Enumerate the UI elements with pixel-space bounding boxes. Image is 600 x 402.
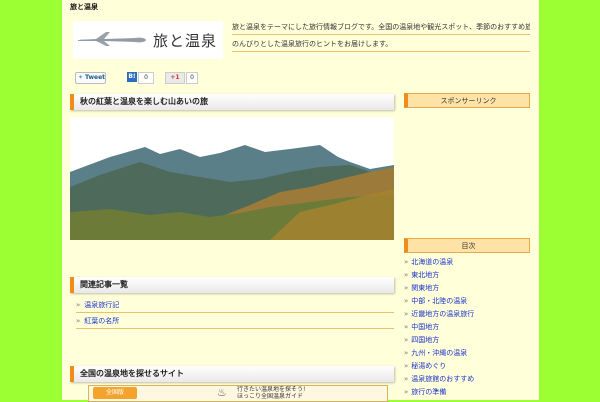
gplus-count: 0 [186,72,198,84]
category-heading: 目次 [404,238,530,253]
site-logo[interactable]: 旅と温泉 [73,21,223,59]
list-marker-icon: » [404,388,409,396]
category-link[interactable]: 九州・沖縄の温泉 [411,349,467,357]
related-article-link[interactable]: 紅葉の名所 [84,317,119,325]
category-link[interactable]: 北海道の温泉 [411,258,453,266]
category-item[interactable]: » 秘湯めぐり [404,360,528,373]
category-link[interactable]: 温泉旅館のおすすめ [411,375,474,383]
list-marker-icon: » [76,301,81,309]
category-item[interactable]: » 中部・北陸の温泉 [404,295,528,308]
list-marker-icon: » [404,362,409,370]
description-line-1: 旅と温泉をテーマにした旅行情報ブログです。全国の温泉地や観光スポット、季節のおす… [232,20,530,35]
list-marker-icon: » [404,336,409,344]
twitter-bird-icon: ✦ [78,74,84,81]
onsen-guide-banner[interactable]: 全国版 ♨ 行きたい温泉地を探そう! ほっこり全国温泉ガイド [88,385,388,402]
airplane-icon [78,32,146,46]
description-line-2: のんびりとした温泉旅行のヒントをお届けします。 [232,37,530,52]
category-item[interactable]: » 温泉旅館のおすすめ [404,373,528,386]
hot-spring-icon: ♨ [217,386,227,399]
list-marker-icon: » [404,271,409,279]
category-link[interactable]: 秘湯めぐり [411,362,446,370]
category-item[interactable]: » 旅行の準備 [404,386,528,399]
list-marker-icon: » [404,375,409,383]
site-description: 旅と温泉をテーマにした旅行情報ブログです。全国の温泉地や観光スポット、季節のおす… [232,20,530,52]
category-link[interactable]: 東北地方 [411,271,439,279]
list-marker-icon: » [404,258,409,266]
related-article-item[interactable]: » 温泉旅行記 [76,298,394,313]
related-articles-heading: 関連記事一覧 [70,277,394,293]
site-label: 旅と温泉 [70,3,98,11]
list-marker-icon: » [404,323,409,331]
banner-badge: 全国版 [93,387,137,399]
hatena-count: 0 [138,72,154,84]
banner-text: 行きたい温泉地を探そう! ほっこり全国温泉ガイド [237,387,305,400]
category-link[interactable]: 中部・北陸の温泉 [411,297,467,305]
banner-text-line-2: ほっこり全国温泉ガイド [237,393,304,400]
category-link[interactable]: 近畿地方の温泉旅行 [411,310,474,318]
page: 旅と温泉 旅と温泉 旅と温泉をテーマにした旅行情報ブログです。全国の温泉地や観光… [62,0,539,402]
category-link[interactable]: 旅行の準備 [411,388,446,396]
tweet-button[interactable]: ✦ Tweet [75,72,106,84]
article-title: 秋の紅葉と温泉を楽しむ山あいの旅 [70,94,394,110]
onsen-search-heading: 全国の温泉地を探せるサイト [70,366,394,382]
list-marker-icon: » [404,310,409,318]
sponsor-heading: スポンサーリンク [404,93,530,108]
category-item[interactable]: » 東北地方 [404,269,528,282]
category-link[interactable]: 中国地方 [411,323,439,331]
related-article-item[interactable]: » 紅葉の名所 [76,314,394,329]
category-item[interactable]: » 近畿地方の温泉旅行 [404,308,528,321]
category-link[interactable]: 四国地方 [411,336,439,344]
list-marker-icon: » [404,284,409,292]
category-item[interactable]: » 中国地方 [404,321,528,334]
category-item[interactable]: » 北海道の温泉 [404,256,528,269]
gplus-button[interactable]: +1 [165,72,185,84]
category-item[interactable]: » 四国地方 [404,334,528,347]
list-marker-icon: » [404,349,409,357]
hatena-bookmark-button[interactable]: B! [127,72,137,82]
list-marker-icon: » [404,297,409,305]
hero-image [70,117,394,240]
category-link[interactable]: 関東地方 [411,284,439,292]
list-marker-icon: » [76,317,81,325]
category-item[interactable]: » 九州・沖縄の温泉 [404,347,528,360]
related-article-link[interactable]: 温泉旅行記 [84,301,119,309]
logo-text: 旅と温泉 [153,32,218,50]
tweet-label: Tweet [85,74,106,81]
category-item[interactable]: » 関東地方 [404,282,528,295]
